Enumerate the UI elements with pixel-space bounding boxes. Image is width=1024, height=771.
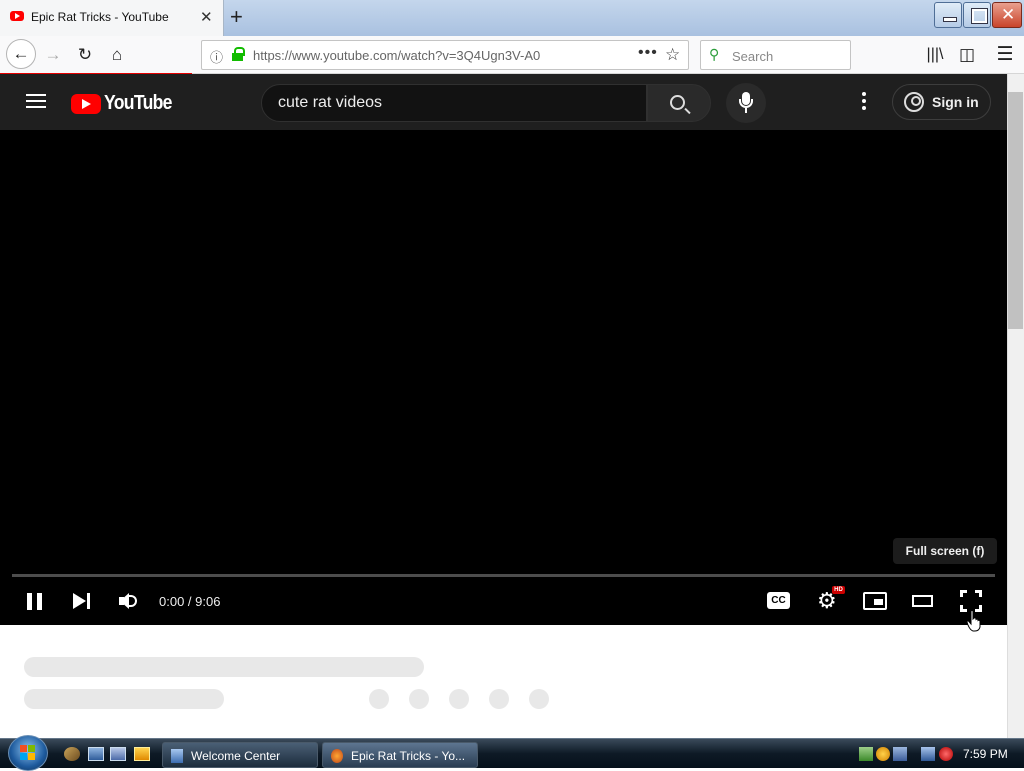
browser-tab-strip: Epic Rat Tricks - YouTube ✕ + (0, 0, 1024, 36)
fullscreen-button[interactable] (960, 590, 982, 612)
window-maximize-button[interactable] (963, 2, 991, 28)
window-close-button[interactable] (992, 2, 1022, 28)
new-tab-button[interactable]: + (230, 4, 243, 30)
network-connection-icon[interactable] (921, 747, 935, 761)
show-desktop-icon[interactable] (88, 747, 104, 761)
player-settings-button[interactable]: ⚙ HD (815, 586, 845, 613)
action-skeleton (409, 689, 429, 709)
fullscreen-icon (960, 590, 967, 597)
browser-navigation-bar: ← → ↻ ⌂ ⓘ https://www.youtube.com/watch?… (0, 36, 1024, 74)
youtube-play-logo-icon (71, 94, 101, 114)
windows-taskbar: Welcome Center Epic Rat Tricks - Yo... 7… (0, 735, 1024, 771)
address-bar[interactable]: ⓘ https://www.youtube.com/watch?v=3Q4Ugn… (201, 40, 689, 70)
lock-icon (232, 47, 245, 61)
time-display: 0:00 / 9:06 (159, 594, 221, 609)
search-icon (670, 95, 685, 110)
pause-button[interactable] (24, 590, 46, 612)
volume-muted-icon[interactable] (939, 747, 953, 761)
guide-menu-icon[interactable] (26, 94, 46, 109)
action-skeleton (489, 689, 509, 709)
hamburger-menu-icon[interactable]: ☰ (992, 42, 1018, 68)
page-actions-icon[interactable]: ••• (638, 44, 658, 62)
browser-search-box[interactable]: ⚲ Search (700, 40, 851, 70)
search-engine-icon: ⚲ (709, 46, 720, 62)
voice-search-button[interactable] (726, 83, 766, 123)
firefox-icon (331, 749, 343, 763)
window-minimize-button[interactable] (934, 2, 962, 28)
youtube-search-input[interactable] (278, 93, 628, 113)
video-progress-bar[interactable] (12, 574, 995, 577)
site-info-icon[interactable]: ⓘ (210, 47, 223, 66)
windows-logo-icon (20, 745, 36, 761)
youtube-favicon-icon (10, 11, 24, 21)
start-button[interactable] (8, 735, 48, 771)
youtube-search-button[interactable] (647, 84, 711, 122)
bookmark-star-icon[interactable]: ☆ (665, 45, 680, 65)
network-status-icon[interactable] (859, 747, 873, 761)
pause-icon (27, 593, 32, 610)
reload-button[interactable]: ↻ (72, 42, 98, 68)
account-icon (904, 92, 924, 112)
settings-more-icon[interactable] (856, 92, 872, 112)
sign-in-button[interactable]: Sign in (892, 84, 991, 120)
clock[interactable]: 7:59 PM (963, 747, 1008, 761)
welcome-center-icon (171, 749, 183, 763)
library-icon[interactable]: |||\ (922, 42, 948, 68)
media-player-icon[interactable] (134, 747, 150, 761)
youtube-wordmark: YouTube (104, 92, 172, 114)
tab-title: Epic Rat Tricks - YouTube (31, 10, 169, 24)
back-button[interactable]: ← (6, 39, 36, 69)
home-button[interactable]: ⌂ (104, 42, 130, 68)
title-skeleton (24, 657, 424, 677)
taskbar-item-label: Welcome Center (191, 749, 281, 763)
action-skeleton (529, 689, 549, 709)
forward-button[interactable]: → (40, 42, 66, 68)
taskbar-item-welcome-center[interactable]: Welcome Center (162, 742, 318, 768)
youtube-search-box[interactable] (261, 84, 647, 122)
display-icon[interactable] (893, 747, 907, 761)
tab-close-icon[interactable]: ✕ (200, 8, 213, 26)
sidebar-toggle-icon[interactable]: ◫ (954, 42, 980, 68)
subtitles-button[interactable]: CC (767, 592, 790, 609)
channel-skeleton (24, 689, 224, 709)
action-skeleton (449, 689, 469, 709)
taskbar-item-label: Epic Rat Tricks - Yo... (351, 749, 466, 763)
search-placeholder: Search (732, 49, 774, 64)
fullscreen-tooltip: Full screen (f) (893, 538, 997, 564)
theater-mode-button[interactable] (912, 595, 933, 607)
system-tray: 7:59 PM (855, 739, 1024, 769)
mute-button[interactable] (117, 590, 141, 612)
scrollbar-thumb[interactable] (1008, 92, 1023, 329)
switch-windows-icon[interactable] (110, 747, 126, 761)
next-video-button[interactable] (71, 590, 93, 612)
quicklaunch-app-icon[interactable] (64, 747, 80, 761)
youtube-header: YouTube Sign in (0, 74, 1007, 130)
hd-badge: HD (832, 586, 845, 594)
url-text[interactable]: https://www.youtube.com/watch?v=3Q4Ugn3V… (253, 48, 540, 63)
next-icon (73, 593, 86, 609)
hand-cursor-icon (966, 610, 981, 632)
miniplayer-button[interactable] (863, 592, 887, 610)
notification-icon[interactable] (876, 747, 890, 761)
video-player[interactable]: Full screen (f) 0:00 / 9:06 CC ⚙ HD (0, 130, 1007, 632)
sign-in-label: Sign in (932, 94, 979, 110)
browser-tab[interactable]: Epic Rat Tricks - YouTube ✕ (0, 0, 224, 36)
action-skeleton (369, 689, 389, 709)
taskbar-item-firefox[interactable]: Epic Rat Tricks - Yo... (322, 742, 478, 768)
